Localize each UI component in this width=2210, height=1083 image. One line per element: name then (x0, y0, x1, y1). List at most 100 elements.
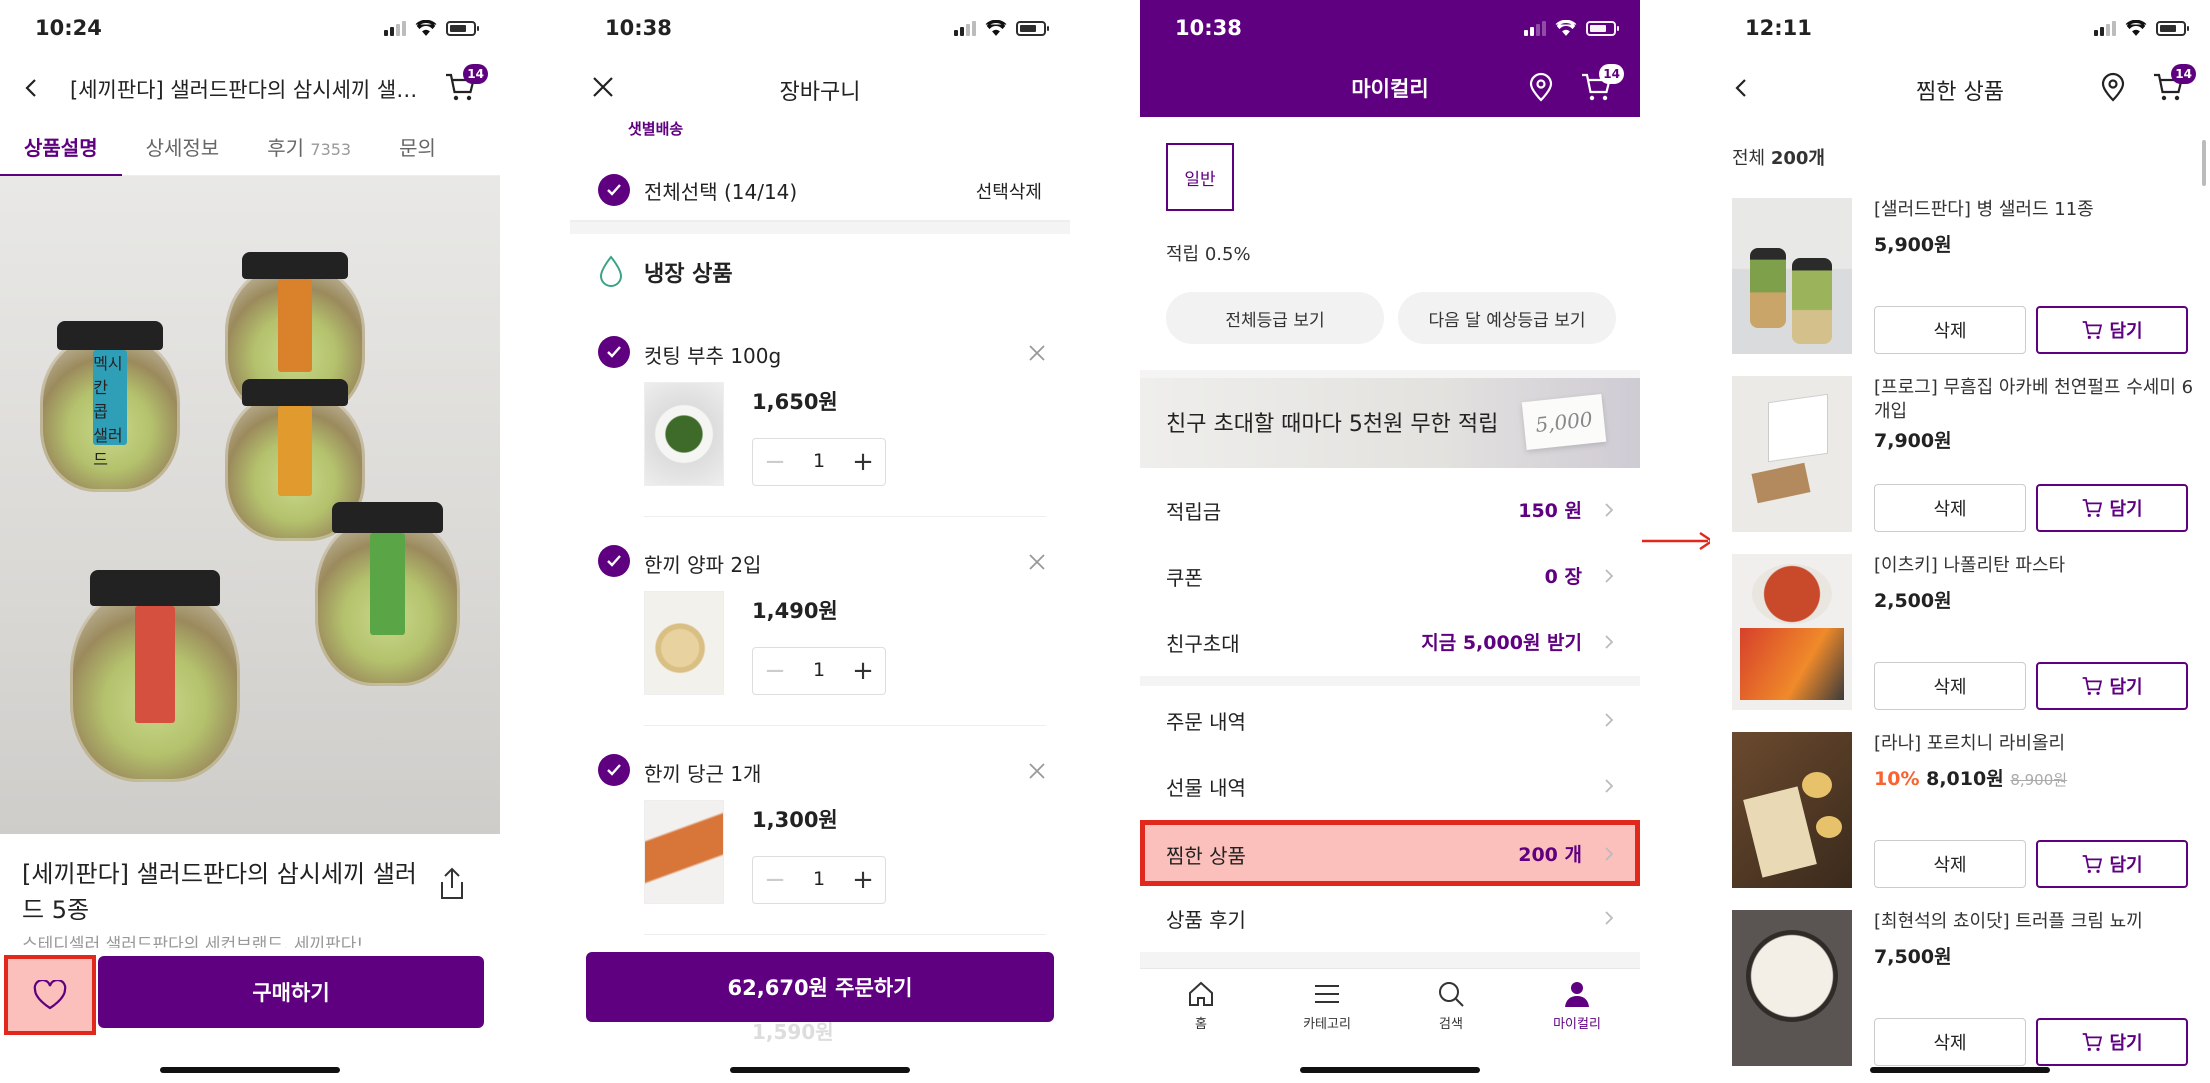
location-icon[interactable] (2100, 72, 2126, 102)
product-subtitle: 스테디셀러 샐러드판다의 세컨브랜드, 세끼판다! (22, 935, 364, 948)
bottom-action-bar: 구매하기 (0, 948, 500, 1083)
back-icon[interactable] (22, 78, 42, 98)
item-price: 1,490원 (752, 599, 838, 623)
tab-description[interactable]: 상품설명 (0, 122, 122, 177)
home-indicator (160, 1067, 340, 1073)
chevron-right-icon (1605, 635, 1614, 649)
chevron-right-icon (1605, 713, 1614, 727)
check-icon (607, 764, 621, 776)
item-checkbox[interactable] (598, 754, 630, 786)
item-name: 한끼 당근 1개 (644, 762, 762, 786)
chevron-right-icon (1605, 911, 1614, 925)
select-all-row: 전체선택 (14/14) 선택삭제 (570, 166, 1070, 222)
decrease-button[interactable]: − (753, 857, 797, 903)
home-indicator (1300, 1067, 1480, 1073)
battery-icon (1586, 21, 1619, 36)
item-thumbnail (1732, 732, 1852, 888)
cart-item: 컷팅 부추 100g 1,650원 − 1 + (570, 334, 1070, 544)
status-bar: 10:24 (0, 0, 500, 60)
salad-jar: 멕시칸 콥 샐러드 (40, 321, 180, 492)
quantity-stepper: − 1 + (752, 856, 886, 904)
signal-icon (1524, 21, 1546, 36)
increase-button[interactable]: + (841, 648, 885, 694)
order-button[interactable]: 62,670원 주문하기 (586, 952, 1054, 1022)
add-to-cart-button[interactable]: 담기 (2036, 306, 2188, 354)
section-title: 냉장 상품 (644, 262, 733, 287)
tab-home[interactable]: 홈 (1156, 979, 1246, 1032)
scrollbar[interactable] (2202, 140, 2206, 186)
next-grade-button[interactable]: 다음 달 예상등급 보기 (1398, 292, 1616, 344)
menu-row-coupons[interactable]: 쿠폰 0 장 (1140, 542, 1640, 608)
page-title: 마이컬리 (1351, 77, 1429, 101)
accrual-rate: 적립 0.5% (1166, 244, 1251, 265)
menu-icon (1315, 985, 1339, 1003)
location-icon[interactable] (1528, 72, 1554, 102)
add-to-cart-button[interactable]: 담기 (2036, 484, 2188, 532)
salad-jar (315, 502, 460, 686)
add-to-cart-button[interactable]: 담기 (2036, 840, 2188, 888)
cart-icon (2083, 855, 2103, 873)
remove-icon[interactable] (1028, 762, 1046, 780)
menu-row-points[interactable]: 적립금 150 원 (1140, 476, 1640, 542)
share-icon[interactable] (434, 866, 470, 902)
increase-button[interactable]: + (841, 857, 885, 903)
delete-button[interactable]: 삭제 (1874, 662, 2026, 710)
delete-button[interactable]: 삭제 (1874, 306, 2026, 354)
decrease-button[interactable]: − (753, 648, 797, 694)
purple-header: 10:38 마이컬리 14 (1140, 0, 1640, 117)
cart-icon (2083, 321, 2103, 339)
nav-header: [세끼판다] 샐러드판다의 삼시세끼 샐러... 14 (0, 60, 500, 116)
wishlist-item: [프로그] 무흠집 아카베 천연펄프 수세미 6개입 7,900원 삭제 담기 (1710, 376, 2210, 554)
increase-button[interactable]: + (841, 439, 885, 485)
delivery-tag: 샛별배송 (628, 120, 684, 138)
select-all-checkbox[interactable] (598, 174, 630, 206)
remove-icon[interactable] (1028, 344, 1046, 362)
cart-icon (2083, 677, 2103, 695)
tab-search[interactable]: 검색 (1406, 979, 1496, 1032)
invite-banner[interactable]: 친구 초대할 때마다 5천원 무한 적립 5,000 (1140, 370, 1640, 468)
menu-row-orders[interactable]: 주문 내역 (1140, 686, 1640, 752)
item-name: [이츠키] 나폴리탄 파스타 (1874, 555, 2066, 576)
chevron-right-icon (1605, 847, 1614, 861)
delete-selected-button[interactable]: 선택삭제 (976, 178, 1042, 204)
item-thumbnail (1732, 910, 1852, 1066)
salad-jar (70, 570, 240, 782)
item-name: [최현석의 쵸이닷] 트러플 크림 뇨끼 (1874, 911, 2143, 932)
product-name: [세끼판다] 샐러드판다의 삼시세끼 샐러드 5종 (22, 860, 417, 924)
buy-button[interactable]: 구매하기 (98, 956, 484, 1028)
wishlist-item: [이츠키] 나폴리탄 파스타 2,500원 삭제 담기 (1710, 554, 2210, 732)
tab-inquiry[interactable]: 문의 (375, 122, 460, 176)
add-to-cart-button[interactable]: 담기 (2036, 662, 2188, 710)
home-icon (1189, 981, 1213, 1006)
cart-button[interactable]: 14 (2152, 64, 2196, 108)
item-name: 한끼 양파 2입 (644, 553, 762, 577)
quantity-stepper: − 1 + (752, 438, 886, 486)
menu-row-wishlist[interactable]: 찜한 상품 200 개 (1140, 820, 1640, 886)
cart-button[interactable]: 14 (444, 64, 488, 108)
cart-icon (2083, 499, 2103, 517)
delete-button[interactable]: 삭제 (1874, 1018, 2026, 1066)
item-price: 7,500원 (1874, 946, 1952, 968)
quantity-stepper: − 1 + (752, 647, 886, 695)
refrigerated-icon (599, 255, 623, 287)
tab-reviews[interactable]: 후기 7353 (243, 122, 375, 176)
delete-button[interactable]: 삭제 (1874, 484, 2026, 532)
menu-row-invite[interactable]: 친구초대 지금 5,000원 받기 (1140, 608, 1640, 674)
item-checkbox[interactable] (598, 336, 630, 368)
review-count: 7353 (310, 140, 352, 159)
add-to-cart-button[interactable]: 담기 (2036, 1018, 2188, 1066)
tab-category[interactable]: 카테고리 (1282, 979, 1372, 1032)
delete-button[interactable]: 삭제 (1874, 840, 2026, 888)
cart-button[interactable]: 14 (1580, 64, 1624, 108)
wishlist-item: [최현석의 쵸이닷] 트러플 크림 뇨끼 7,500원 삭제 담기 (1710, 910, 2210, 1083)
decrease-button[interactable]: − (753, 439, 797, 485)
remove-icon[interactable] (1028, 553, 1046, 571)
item-checkbox[interactable] (598, 545, 630, 577)
wishlist-button[interactable] (4, 955, 96, 1035)
cart-item: 한끼 당근 1개 1,300원 − 1 + (570, 752, 1070, 962)
all-grades-button[interactable]: 전체등급 보기 (1166, 292, 1384, 344)
menu-row-gifts[interactable]: 선물 내역 (1140, 752, 1640, 818)
tab-mykurly[interactable]: 마이컬리 (1532, 979, 1622, 1032)
tab-details[interactable]: 상세정보 (122, 122, 244, 176)
menu-row-reviews[interactable]: 상품 후기 (1140, 884, 1640, 950)
